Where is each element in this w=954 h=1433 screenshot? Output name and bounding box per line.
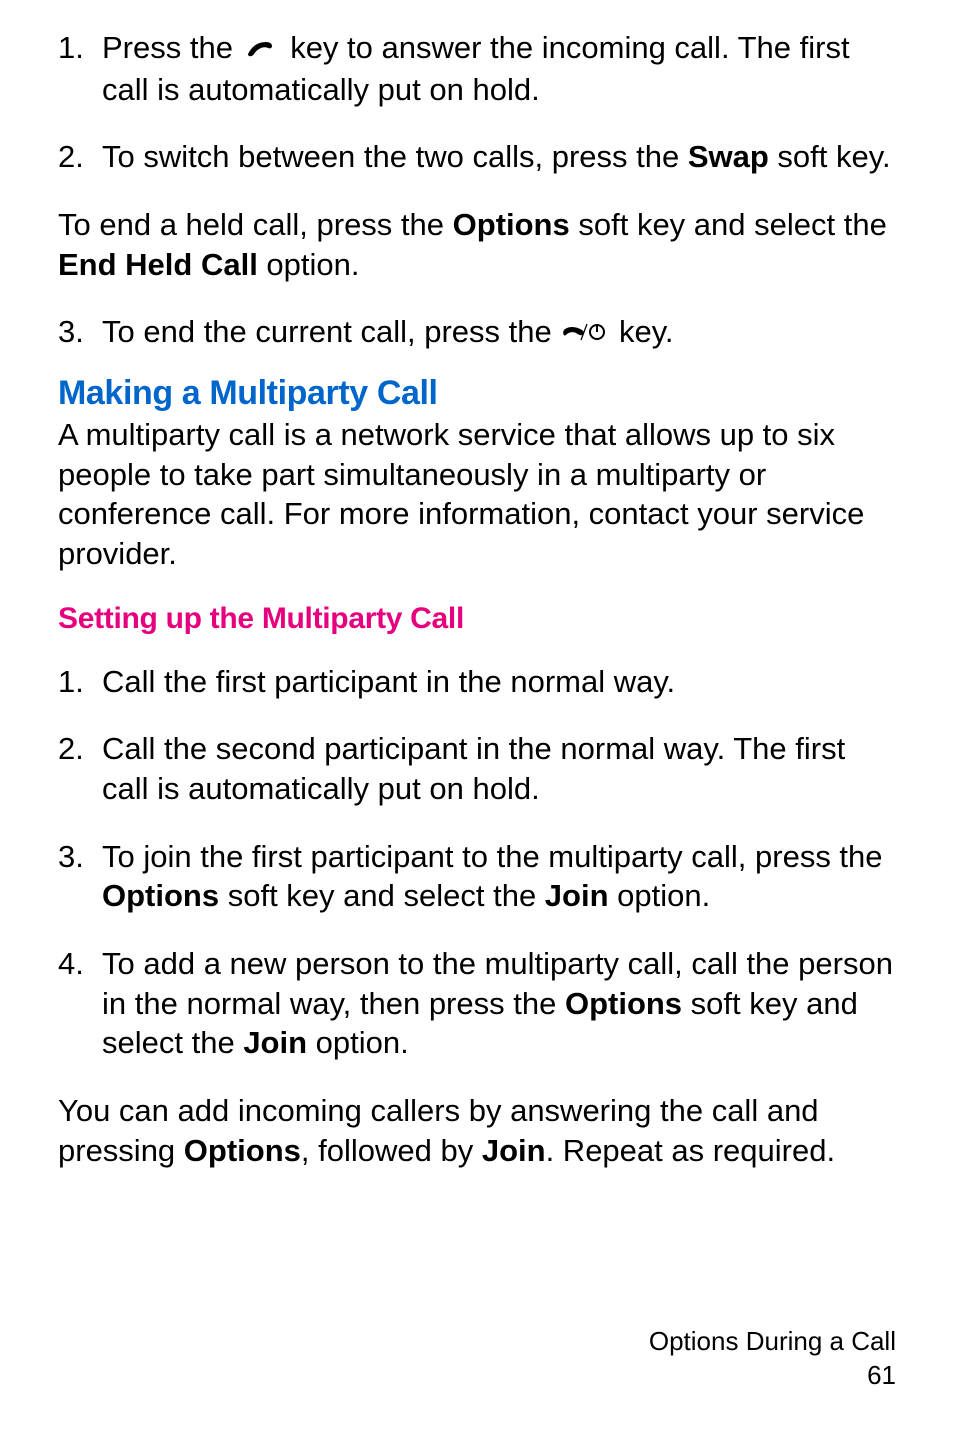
list-item-m1: 1. Call the first participant in the nor… [58, 662, 896, 702]
list-number: 2. [58, 729, 102, 808]
heading-making-multiparty-call: Making a Multiparty Call [58, 374, 896, 413]
call-key-icon [242, 30, 282, 70]
end-power-key-icon [560, 314, 610, 354]
list-body: To switch between the two calls, press t… [102, 137, 896, 177]
list-number: 3. [58, 837, 102, 916]
text: option. [609, 878, 711, 913]
text: To switch between the two calls, press t… [102, 139, 688, 174]
list-item-m4: 4. To add a new person to the multiparty… [58, 944, 896, 1063]
list-number: 3. [58, 312, 102, 354]
softkey-swap: Swap [688, 139, 769, 174]
paragraph-end-held: To end a held call, press the Options so… [58, 205, 896, 284]
page-footer: Options During a Call 61 [649, 1325, 896, 1393]
text: key. [619, 314, 674, 349]
list-number: 4. [58, 944, 102, 1063]
list-item-m3: 3. To join the first participant to the … [58, 837, 896, 916]
footer-page-number: 61 [649, 1359, 896, 1393]
list-body: To end the current call, press the key. [102, 312, 896, 354]
softkey-options: Options [565, 986, 682, 1021]
paragraph-add-incoming: You can add incoming callers by answerin… [58, 1091, 896, 1170]
text: To join the first participant to the mul… [102, 839, 883, 874]
text: soft key and select the [570, 207, 887, 242]
softkey-options: Options [102, 878, 219, 913]
text: To end a held call, press the [58, 207, 453, 242]
softkey-options: Options [184, 1133, 301, 1168]
list-body: Call the second participant in the norma… [102, 729, 896, 808]
text: . Repeat as required. [546, 1133, 836, 1168]
softkey-options: Options [453, 207, 570, 242]
document-page: 1. Press the key to answer the incoming … [0, 0, 954, 1433]
list-item-m2: 2. Call the second participant in the no… [58, 729, 896, 808]
list-item-1: 1. Press the key to answer the incoming … [58, 28, 896, 109]
text: , followed by [301, 1133, 482, 1168]
list-number: 1. [58, 662, 102, 702]
paragraph-multiparty-desc: A multiparty call is a network service t… [58, 415, 896, 574]
list-body: To join the first participant to the mul… [102, 837, 896, 916]
heading-setting-up-multiparty: Setting up the Multiparty Call [58, 602, 896, 636]
text: Press the [102, 30, 242, 65]
text: option. [307, 1025, 409, 1060]
text: soft key and select the [219, 878, 545, 913]
option-join: Join [482, 1133, 546, 1168]
footer-section-title: Options During a Call [649, 1325, 896, 1359]
list-body: Press the key to answer the incoming cal… [102, 28, 896, 109]
list-item-3: 3. To end the current call, press the ke… [58, 312, 896, 354]
list-item-2: 2. To switch between the two calls, pres… [58, 137, 896, 177]
option-join: Join [545, 878, 609, 913]
text: option. [258, 247, 360, 282]
list-body: To add a new person to the multiparty ca… [102, 944, 896, 1063]
list-body: Call the first participant in the normal… [102, 662, 896, 702]
option-end-held-call: End Held Call [58, 247, 258, 282]
text: To end the current call, press the [102, 314, 560, 349]
list-number: 2. [58, 137, 102, 177]
text: soft key. [769, 139, 891, 174]
option-join: Join [243, 1025, 307, 1060]
list-number: 1. [58, 28, 102, 109]
